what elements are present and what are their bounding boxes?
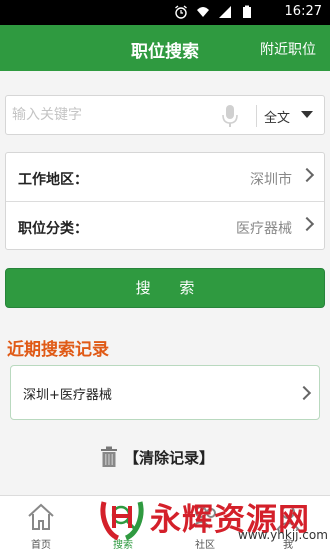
tab-community[interactable]: 社区	[164, 496, 246, 550]
chevron-right-icon	[296, 385, 312, 401]
tab-me[interactable]: 我	[246, 496, 330, 550]
filter-row-category[interactable]: 职位分类： 医疗器械	[6, 202, 324, 250]
battery-icon	[243, 5, 251, 18]
app-header: 职位搜索 附近职位	[0, 25, 330, 71]
clock: 16:27	[284, 4, 322, 19]
status-icons	[174, 5, 254, 19]
microphone-icon[interactable]	[220, 104, 240, 128]
filter-label: 工作地区：	[18, 172, 88, 188]
signal-icon	[219, 6, 231, 18]
keyword-input[interactable]	[12, 104, 212, 126]
history-item[interactable]: 深圳+医疗器械	[10, 365, 320, 420]
chevron-down-icon[interactable]	[301, 111, 313, 118]
home-icon	[28, 503, 54, 530]
history-item-label: 深圳+医疗器械	[23, 388, 112, 403]
alarm-icon	[175, 5, 187, 19]
clear-history-button[interactable]: 【清除记录】	[100, 444, 214, 470]
chevron-right-icon	[299, 216, 315, 232]
tab-search[interactable]: 搜索	[82, 496, 164, 550]
search-scope-select[interactable]: 全文	[264, 107, 290, 126]
recent-searches-heading: 近期搜索记录	[7, 340, 109, 360]
tab-label: 首页	[31, 540, 51, 550]
search-box: 全文	[5, 95, 325, 135]
trash-icon	[101, 446, 117, 467]
filter-panel: 工作地区： 深圳市 职位分类： 医疗器械	[5, 152, 325, 250]
tab-home[interactable]: 首页	[0, 496, 82, 550]
filter-value: 医疗器械	[236, 221, 292, 237]
filter-value: 深圳市	[250, 172, 292, 188]
bottom-tab-bar: 首页 搜索 社区 我	[0, 495, 330, 550]
search-icon	[111, 505, 136, 530]
clear-history-label: 【清除记录】	[124, 448, 215, 467]
user-icon	[276, 505, 300, 531]
filter-label: 职位分类：	[18, 221, 88, 237]
status-bar: 16:27	[0, 0, 330, 25]
search-divider	[256, 105, 257, 127]
tab-label: 我	[283, 540, 293, 550]
filter-row-region[interactable]: 工作地区： 深圳市	[6, 153, 324, 201]
community-icon	[191, 506, 216, 529]
search-button[interactable]: 搜 索	[5, 268, 325, 308]
tab-label: 搜索	[113, 540, 133, 550]
tab-label: 社区	[195, 540, 215, 550]
chevron-right-icon	[299, 167, 315, 183]
wifi-icon	[197, 7, 209, 17]
nearby-jobs-button[interactable]: 附近职位	[260, 39, 316, 59]
